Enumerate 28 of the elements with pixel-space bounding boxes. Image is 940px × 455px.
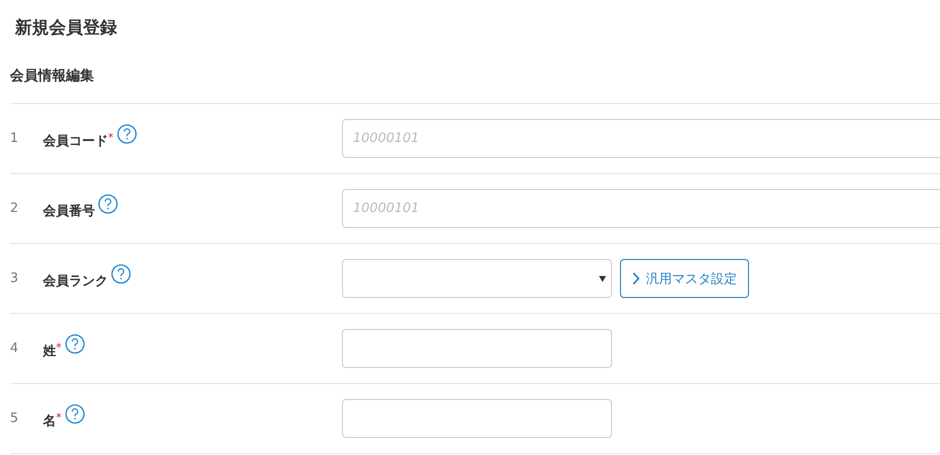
field-label: 会員コード (43, 132, 108, 150)
input-field[interactable]: 10000101 (342, 189, 940, 228)
row-number: 1 (10, 131, 20, 146)
help-icon[interactable] (64, 334, 84, 354)
row-number: 4 (10, 341, 20, 356)
page-title: 新規会員登録 (14, 17, 118, 40)
help-icon[interactable] (64, 404, 84, 424)
input-field[interactable]: 10000101 (342, 119, 940, 158)
input-field[interactable] (342, 399, 612, 438)
select-field[interactable] (342, 259, 612, 298)
input-field[interactable] (342, 329, 612, 368)
required-mark: * (56, 340, 62, 354)
help-icon[interactable] (111, 264, 131, 284)
chevron-icon (632, 272, 640, 285)
help-icon[interactable] (98, 194, 118, 214)
field-label: 会員番号 (43, 202, 95, 220)
help-icon[interactable] (116, 124, 136, 144)
field-label: 名 (43, 412, 56, 430)
row-number: 3 (10, 271, 20, 286)
caret-icon (599, 276, 606, 282)
row-number: 5 (10, 411, 20, 426)
field-label: 会員ランク (43, 272, 108, 290)
master-settings-button[interactable]: 汎用マスタ設定 (620, 259, 749, 298)
required-mark: * (108, 130, 114, 144)
required-mark: * (56, 410, 62, 424)
section-title: 会員情報編集 (9, 67, 95, 86)
field-label: 姓 (43, 342, 56, 360)
row-number: 2 (10, 201, 20, 216)
